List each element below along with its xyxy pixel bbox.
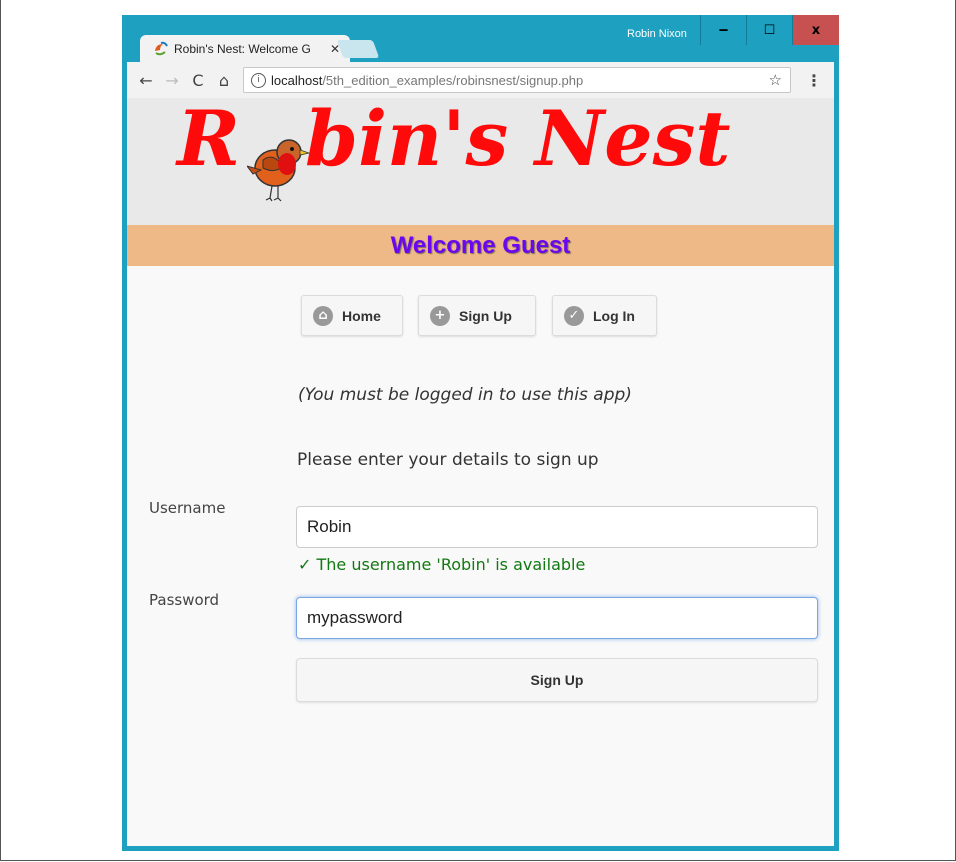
page-viewport: R bin's Nest Welcome Guest ⌂ Home + Sign… (127, 98, 834, 846)
logo-letter-r: R (177, 98, 241, 183)
forward-arrow-icon[interactable]: → (161, 71, 183, 90)
login-button-label: Log In (593, 307, 635, 324)
username-label: Username (149, 499, 226, 517)
welcome-banner: Welcome Guest (127, 225, 834, 266)
reload-icon[interactable]: C (187, 71, 209, 90)
bookmark-star-icon[interactable]: ☆ (769, 71, 782, 89)
logo-text: bin's Nest (305, 98, 731, 183)
signup-prompt: Please enter your details to sign up (297, 450, 599, 470)
home-button[interactable]: ⌂ Home (301, 295, 403, 336)
home-icon: ⌂ (313, 305, 333, 326)
site-info-icon[interactable]: i (251, 72, 266, 88)
signup-nav-button[interactable]: + Sign Up (418, 295, 536, 336)
home-page-icon[interactable]: ⌂ (213, 71, 235, 90)
password-label: Password (149, 591, 220, 609)
new-tab-button[interactable] (336, 40, 380, 58)
address-bar[interactable]: i localhost/5th_edition_examples/robinsn… (243, 67, 791, 93)
url-path: /5th_edition_examples/robinsnest/signup.… (322, 72, 584, 88)
browser-menu-icon[interactable]: ⋮ (803, 71, 825, 90)
login-notice: (You must be logged in to use this app) (298, 385, 632, 405)
browser-window: Robin's Nest: Welcome G ✕ Robin Nixon ‒ … (122, 15, 839, 851)
browser-toolbar: ← → C ⌂ i localhost/5th_edition_examples… (127, 62, 834, 98)
password-input[interactable] (296, 597, 818, 639)
logo-banner: R bin's Nest (127, 98, 834, 225)
home-button-label: Home (342, 307, 381, 324)
plus-icon: + (430, 305, 450, 326)
login-button[interactable]: ✓ Log In (552, 295, 657, 336)
username-availability: ✓ The username 'Robin' is available (298, 555, 586, 574)
robin-bird-icon (247, 139, 311, 202)
minimize-button[interactable]: ‒ (700, 15, 746, 45)
close-window-button[interactable]: x (792, 15, 839, 45)
check-icon: ✓ (564, 305, 584, 326)
welcome-text: Welcome Guest (390, 232, 571, 259)
maximize-button[interactable]: ☐ (746, 15, 792, 45)
browser-tab[interactable]: Robin's Nest: Welcome G ✕ (140, 35, 350, 62)
tab-title: Robin's Nest: Welcome G (174, 41, 311, 56)
title-bar[interactable]: Robin's Nest: Welcome G ✕ Robin Nixon ‒ … (122, 15, 839, 62)
profile-name[interactable]: Robin Nixon (627, 28, 687, 40)
username-input[interactable] (296, 506, 818, 548)
signup-nav-label: Sign Up (459, 307, 512, 324)
back-arrow-icon[interactable]: ← (135, 71, 157, 90)
signup-submit-button[interactable]: Sign Up (296, 658, 818, 702)
robin-favicon-icon (155, 41, 168, 55)
url-host: localhost (271, 72, 323, 88)
